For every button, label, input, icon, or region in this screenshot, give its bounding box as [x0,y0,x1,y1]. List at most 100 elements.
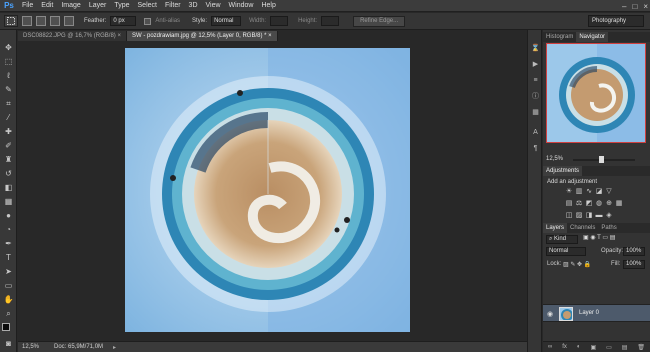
info-panel-icon[interactable]: ⓘ [531,92,540,101]
restore-button[interactable]: □ [632,2,637,11]
navigator-preview[interactable] [546,43,646,143]
refine-edge-button[interactable]: Refine Edge... [353,15,406,27]
healing-tool-icon[interactable]: ✚ [3,126,14,137]
blur-tool-icon[interactable]: ● [3,210,14,221]
marquee-tool-icon[interactable]: ⬚ [3,56,14,67]
opacity-input[interactable]: 100% [623,247,645,256]
menu-window[interactable]: Window [225,0,258,12]
color-balance-icon[interactable]: ⚖ [575,200,583,208]
adjustment-layer-icon[interactable]: ▣ [590,344,596,351]
tab-histogram[interactable]: Histogram [543,32,576,42]
menu-view[interactable]: View [202,0,225,12]
subtract-selection-button[interactable] [50,16,60,26]
hand-tool-icon[interactable]: ✋ [3,294,14,305]
close-tab-icon[interactable]: × [268,33,272,39]
menu-3d[interactable]: 3D [185,0,202,12]
tab-adjustments[interactable]: Adjustments [543,166,583,176]
lookup-icon[interactable]: ▦ [615,200,623,208]
threshold-icon[interactable]: ◨ [585,212,593,220]
close-button[interactable]: × [643,2,648,11]
path-select-tool-icon[interactable]: ➤ [3,266,14,277]
height-input[interactable] [321,16,340,26]
navigator-zoom-slider[interactable] [573,159,635,161]
actions-panel-icon[interactable]: ▶ [531,60,540,69]
hue-icon[interactable]: ▤ [565,200,573,208]
properties-panel-icon[interactable]: ≡ [531,76,540,85]
menu-help[interactable]: Help [257,0,279,12]
history-brush-tool-icon[interactable]: ↺ [3,168,14,179]
new-group-icon[interactable]: ▭ [606,344,612,351]
menu-select[interactable]: Select [134,0,161,12]
pen-tool-icon[interactable]: ✒ [3,238,14,249]
brightness-icon[interactable]: ☀ [565,188,573,196]
gradient-tool-icon[interactable]: ▦ [3,196,14,207]
feather-input[interactable]: 0 px [110,16,137,26]
delete-layer-icon[interactable]: 🗑 [637,344,645,351]
paragraph-panel-icon[interactable]: ¶ [531,144,540,153]
tab-dsc08822[interactable]: DSC08822.JPG @ 16,7% (RGB/8) × [18,31,127,41]
status-menu-arrow-icon[interactable]: ▸ [113,344,116,351]
anti-alias-checkbox[interactable] [144,17,152,25]
curves-icon[interactable]: ∿ [585,188,593,196]
character-panel-icon[interactable]: A [531,128,540,137]
minimize-button[interactable]: – [622,2,626,11]
tool-preset-picker[interactable] [4,15,18,27]
dodge-tool-icon[interactable]: ◔ [3,224,14,235]
levels-icon[interactable]: ▥ [575,188,583,196]
invert-icon[interactable]: ◫ [565,212,573,220]
document-canvas[interactable] [125,48,410,332]
style-select[interactable]: Normal [211,16,242,26]
menu-type[interactable]: Type [110,0,133,12]
lock-icons[interactable]: ▨ ✎ ✥ 🔒 [563,261,591,268]
menu-edit[interactable]: Edit [37,0,57,12]
menu-layer[interactable]: Layer [85,0,111,12]
navigator-zoom-knob[interactable] [599,156,604,163]
tab-sw-pozdrawiam[interactable]: SW - pozdrawiam.jpg @ 12,5% (Layer 0, RG… [126,31,278,41]
blend-mode-select[interactable]: Normal [546,247,586,256]
brush-tool-icon[interactable]: ✐ [3,140,14,151]
layer-name[interactable]: Layer 0 [579,310,599,316]
bw-icon[interactable]: ◩ [585,200,593,208]
intersect-selection-button[interactable] [64,16,74,26]
clone-stamp-tool-icon[interactable]: ♜ [3,154,14,165]
layer-row[interactable]: ◉ Layer 0 [543,304,650,322]
move-tool-icon[interactable]: ✥ [3,42,14,53]
exposure-icon[interactable]: ◪ [595,188,603,196]
layer-filter-icons[interactable]: ▣ ◉ T ▭ ▤ [581,235,645,244]
new-selection-button[interactable] [22,16,32,26]
layer-style-icon[interactable]: fx [562,344,567,350]
foreground-color-swatch[interactable] [2,323,10,331]
tab-channels[interactable]: Channels [567,223,598,233]
eyedropper-tool-icon[interactable]: ⁄ [3,112,14,123]
visibility-eye-icon[interactable]: ◉ [547,310,553,318]
tab-paths[interactable]: Paths [598,223,619,233]
gradient-map-icon[interactable]: ▬ [595,212,603,220]
zoom-tool-icon[interactable]: ⌕ [3,308,14,319]
channel-mixer-icon[interactable]: ⊕ [605,200,613,208]
width-input[interactable] [270,16,289,26]
tab-layers[interactable]: Layers [543,223,568,233]
layer-filter-select[interactable]: ⌕ Kind [546,235,578,244]
crop-tool-icon[interactable]: ⌗ [3,98,14,109]
tab-navigator[interactable]: Navigator [576,32,609,42]
navigator-zoom[interactable]: 12,5% [546,156,563,162]
history-panel-icon[interactable]: ⌛ [531,44,540,53]
workspace-select[interactable]: Photography [588,15,644,27]
eraser-tool-icon[interactable]: ◧ [3,182,14,193]
add-mask-icon[interactable]: ◐ [577,344,581,350]
quick-mask-icon[interactable]: ◙ [3,338,14,349]
status-zoom[interactable]: 12,5% [22,344,44,350]
swatches-panel-icon[interactable]: ▦ [531,108,540,117]
quick-select-tool-icon[interactable]: ✎ [3,84,14,95]
menu-filter[interactable]: Filter [161,0,185,12]
lasso-tool-icon[interactable]: ℓ [3,70,14,81]
menu-file[interactable]: File [18,0,37,12]
close-tab-icon[interactable]: × [117,33,121,39]
fill-input[interactable]: 100% [623,260,645,269]
menu-image[interactable]: Image [57,0,84,12]
posterize-icon[interactable]: ▨ [575,212,583,220]
photo-filter-icon[interactable]: ◍ [595,200,603,208]
vibrance-icon[interactable]: ▽ [605,188,613,196]
new-layer-icon[interactable]: ▤ [622,344,628,351]
link-layers-icon[interactable]: ∞ [548,344,552,350]
